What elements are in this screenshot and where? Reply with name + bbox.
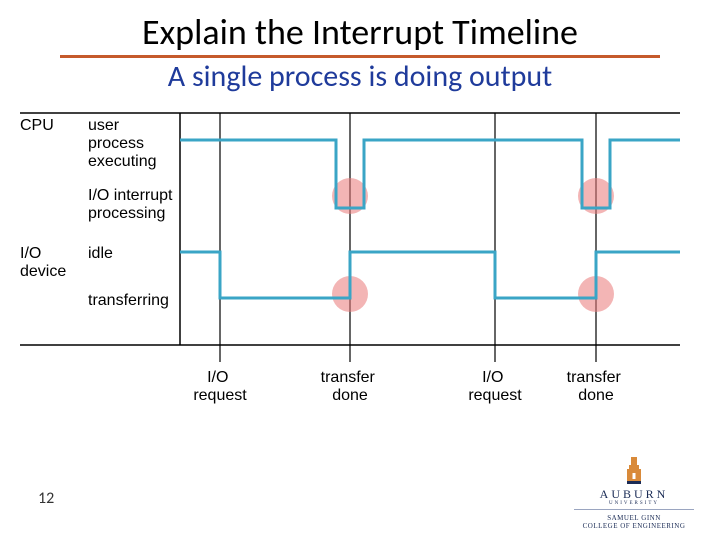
auburn-tower-icon xyxy=(623,455,645,485)
highlight-circles xyxy=(332,178,614,312)
footer-logo: AUBURN UNIVERSITY SAMUEL GINN COLLEGE OF… xyxy=(574,455,694,530)
label-io-interrupt: I/O interrupt processing xyxy=(88,187,177,222)
evt-label-io-request-2: I/O request xyxy=(468,369,522,404)
label-transferring: transferring xyxy=(88,292,169,309)
evt-label-transfer-done-2: transfer done xyxy=(567,369,626,404)
university-word: UNIVERSITY xyxy=(574,501,694,506)
page-number: 12 xyxy=(38,489,54,508)
slide: Explain the Interrupt Timeline A single … xyxy=(0,0,720,540)
evt-label-transfer-done-1: transfer done xyxy=(321,369,380,404)
university-name: AUBURN xyxy=(574,487,694,502)
footer-rule xyxy=(574,509,694,510)
interrupt-timeline-diagram: CPU I/O device user process executing I/… xyxy=(20,110,680,450)
diagram-svg: CPU I/O device user process executing I/… xyxy=(20,110,680,450)
label-cpu: CPU xyxy=(20,117,54,134)
college-name: SAMUEL GINN COLLEGE OF ENGINEERING xyxy=(574,514,694,530)
slide-title: Explain the Interrupt Timeline xyxy=(0,10,720,54)
label-idle: idle xyxy=(88,245,113,262)
slide-subtitle: A single process is doing output xyxy=(0,58,720,95)
label-io-device: I/O device xyxy=(20,245,66,280)
label-user-process: user process executing xyxy=(88,117,157,170)
evt-label-io-request-1: I/O request xyxy=(193,369,247,404)
